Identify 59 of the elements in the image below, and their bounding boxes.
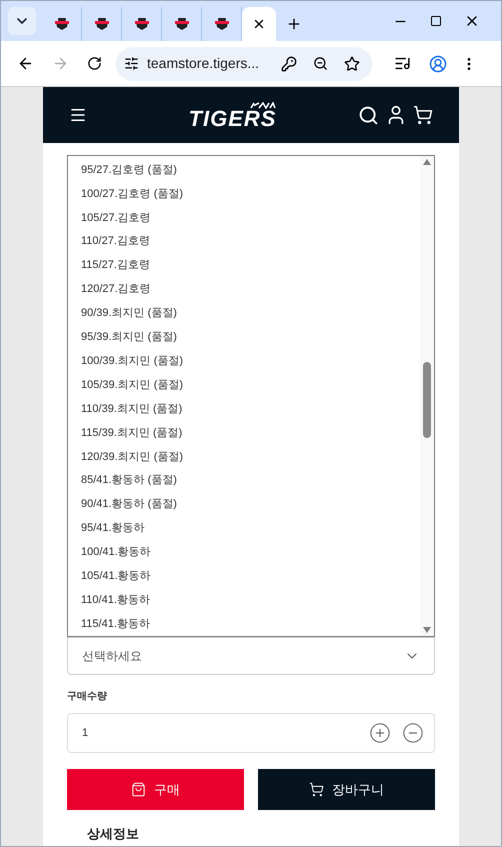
new-tab-icon[interactable] bbox=[286, 16, 302, 32]
logo-mark-icon bbox=[250, 102, 276, 108]
option-item[interactable]: 100/41.황동하 bbox=[81, 540, 420, 564]
option-item[interactable]: 95/39.최지민 (품절) bbox=[81, 325, 420, 350]
team-favicon-icon bbox=[54, 17, 70, 31]
team-favicon-icon bbox=[214, 17, 230, 31]
option-item[interactable]: 105/41.황동하 bbox=[81, 564, 420, 588]
shopping-bag-icon bbox=[131, 782, 146, 797]
option-item[interactable]: 110/27.김호령 bbox=[81, 230, 420, 254]
back-icon[interactable] bbox=[17, 55, 34, 72]
option-item[interactable]: 115/39.최지민 (품절) bbox=[81, 420, 420, 445]
url-text: teamstore.tigers... bbox=[147, 54, 260, 73]
site-settings-icon[interactable] bbox=[124, 56, 139, 71]
option-item[interactable]: 120/39.최지민 (품절) bbox=[81, 444, 420, 469]
option-item[interactable]: 95/41.황동하 bbox=[81, 516, 420, 540]
team-favicon-icon bbox=[134, 17, 150, 31]
add-to-cart-button[interactable]: 장바구니 bbox=[258, 769, 435, 810]
plus-icon[interactable] bbox=[369, 722, 391, 744]
option-item[interactable]: 105/27.김호령 bbox=[81, 206, 420, 230]
address-bar[interactable]: teamstore.tigers... bbox=[116, 46, 372, 80]
menu-icon[interactable] bbox=[69, 106, 87, 124]
cart-icon bbox=[309, 782, 324, 797]
quantity-label: 구매수량 bbox=[67, 690, 108, 704]
close-tab-icon bbox=[252, 17, 266, 31]
logo-text[interactable]: TIGERS bbox=[188, 108, 276, 128]
option-item[interactable]: 100/39.최지민 (품절) bbox=[81, 349, 420, 374]
profile-icon[interactable] bbox=[429, 54, 447, 72]
option-item[interactable]: 110/41.황동하 bbox=[81, 588, 420, 612]
option-item[interactable]: 85/41.황동하 (품절) bbox=[81, 468, 420, 493]
tab-list-button[interactable] bbox=[8, 7, 36, 35]
key-icon[interactable] bbox=[281, 56, 297, 72]
scrollbar[interactable] bbox=[420, 156, 434, 636]
option-item[interactable]: 95/27.김호령 (품절) bbox=[81, 158, 420, 182]
option-item[interactable]: 105/39.최지민 (품절) bbox=[81, 373, 420, 398]
option-item[interactable]: 110/39.최지민 (품절) bbox=[81, 397, 420, 421]
option-select[interactable]: 선택하세요 bbox=[67, 637, 435, 675]
search-icon[interactable] bbox=[358, 104, 379, 126]
option-item[interactable]: 90/41.황동하 (품절) bbox=[81, 492, 420, 517]
maximize-icon[interactable] bbox=[430, 15, 442, 27]
reload-icon[interactable] bbox=[87, 56, 102, 71]
option-item[interactable]: 120/27.김호령 bbox=[81, 278, 420, 302]
option-item[interactable]: 100/27.김호령 (품절) bbox=[81, 182, 420, 206]
option-listbox[interactable] bbox=[67, 155, 435, 637]
cart-icon[interactable] bbox=[413, 105, 433, 125]
minus-icon[interactable] bbox=[402, 722, 424, 744]
option-item[interactable]: 115/27.김호령 bbox=[81, 254, 420, 278]
zoom-icon[interactable] bbox=[313, 56, 328, 71]
bookmark-star-icon[interactable] bbox=[344, 56, 360, 72]
option-item[interactable]: 90/39.최지민 (품절) bbox=[81, 301, 420, 326]
scroll-thumb[interactable] bbox=[423, 362, 431, 438]
quantity-field[interactable]: 1 bbox=[67, 713, 435, 753]
option-item[interactable]: 115/41.황동하 bbox=[81, 612, 420, 636]
scroll-down-icon[interactable] bbox=[423, 627, 431, 633]
buy-button[interactable]: 구매 bbox=[67, 769, 244, 810]
team-favicon-icon bbox=[174, 17, 190, 31]
scroll-up-icon[interactable] bbox=[423, 159, 431, 165]
media-icon[interactable] bbox=[394, 55, 411, 72]
section-title: 상세정보 bbox=[87, 825, 140, 843]
team-favicon-icon bbox=[94, 17, 110, 31]
